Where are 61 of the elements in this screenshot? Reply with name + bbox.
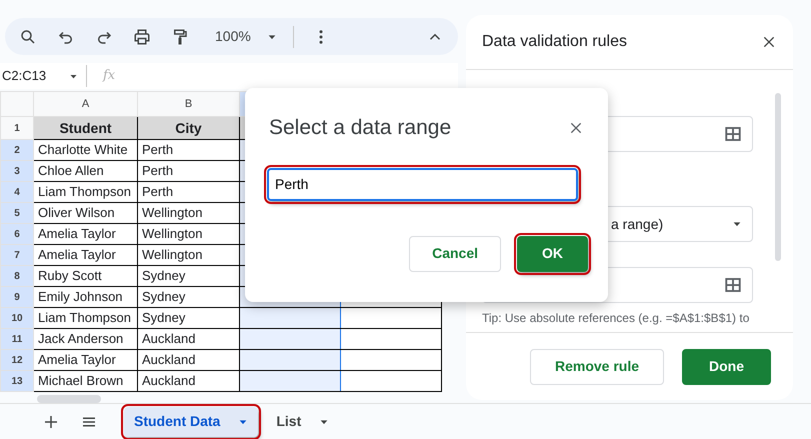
column-header[interactable]: A bbox=[34, 92, 138, 116]
dialog-title: Select a data range bbox=[269, 115, 452, 141]
table-cell: Emily Johnson bbox=[34, 286, 138, 308]
table-cell: Charlotte White bbox=[34, 140, 138, 160]
name-box[interactable]: C2:C13 bbox=[2, 66, 46, 86]
done-button[interactable]: Done bbox=[682, 348, 771, 384]
dropdown-value: a range) bbox=[611, 214, 664, 234]
scrollbar-thumb[interactable] bbox=[775, 93, 781, 261]
table-cell: Wellington bbox=[138, 244, 240, 266]
table-cell: Jack Anderson bbox=[34, 328, 138, 350]
table-cell: Perth bbox=[138, 140, 240, 160]
row-header[interactable]: 4 bbox=[0, 182, 34, 202]
row-header[interactable]: 8 bbox=[0, 266, 34, 286]
table-cell: Oliver Wilson bbox=[34, 202, 138, 224]
paint-roller-icon[interactable] bbox=[171, 28, 189, 46]
table-cell: Auckland bbox=[138, 350, 240, 370]
table-cell: Sydney bbox=[138, 266, 240, 286]
table-cell: Auckland bbox=[138, 370, 240, 392]
row-header[interactable]: 12 bbox=[0, 350, 34, 370]
grid-icon[interactable] bbox=[724, 276, 742, 294]
table-cell: Chloe Allen bbox=[34, 160, 138, 182]
tip-text: Tip: Use absolute references (e.g. =$A$1:$B$1) to bbox=[482, 310, 750, 327]
scrollbar-thumb[interactable] bbox=[37, 395, 101, 403]
cancel-button[interactable]: Cancel bbox=[409, 236, 501, 272]
table-cell: Liam Thompson bbox=[34, 182, 138, 202]
row-header[interactable]: 13 bbox=[0, 370, 34, 392]
table-cell: Ruby Scott bbox=[34, 266, 138, 286]
table-cell: Wellington bbox=[138, 224, 240, 244]
table-cell: Liam Thompson bbox=[34, 308, 138, 328]
table-cell: Wellington bbox=[138, 202, 240, 224]
row-header[interactable]: 6 bbox=[0, 224, 34, 244]
table-cell: Amelia Taylor bbox=[34, 244, 138, 266]
row-header[interactable]: 5 bbox=[0, 202, 34, 224]
remove-rule-button[interactable]: Remove rule bbox=[530, 348, 664, 384]
table-cell: Sydney bbox=[138, 286, 240, 308]
row-header[interactable]: 1 bbox=[0, 116, 34, 140]
sheet-tab[interactable]: Student Data bbox=[124, 406, 258, 436]
table-cell: Sydney bbox=[138, 308, 240, 328]
search-icon[interactable] bbox=[19, 28, 37, 46]
close-icon[interactable] bbox=[761, 34, 777, 50]
table-cell: Auckland bbox=[138, 328, 240, 350]
row-header[interactable]: 2 bbox=[0, 140, 34, 160]
row-header[interactable]: 10 bbox=[0, 308, 34, 328]
row-header[interactable]: 11 bbox=[0, 328, 34, 350]
column-header[interactable]: B bbox=[138, 92, 240, 116]
panel-title: Data validation rules bbox=[482, 32, 627, 52]
formula-label: fx bbox=[103, 67, 116, 86]
header-cell: City bbox=[138, 116, 240, 140]
table-cell: Amelia Taylor bbox=[34, 224, 138, 244]
table-cell: Michael Brown bbox=[34, 370, 138, 392]
sheet-tab[interactable]: List bbox=[266, 406, 340, 436]
row-header[interactable]: 3 bbox=[0, 160, 34, 182]
print-icon[interactable] bbox=[133, 28, 151, 46]
header-cell: Student bbox=[34, 116, 138, 140]
row-header[interactable]: 7 bbox=[0, 244, 34, 266]
table-cell: Perth bbox=[138, 160, 240, 182]
row-header[interactable]: 9 bbox=[0, 286, 34, 308]
table-cell: Perth bbox=[138, 182, 240, 202]
zoom-select[interactable]: 100% bbox=[215, 26, 251, 47]
grid-icon[interactable] bbox=[724, 125, 742, 143]
table-cell: Amelia Taylor bbox=[34, 350, 138, 370]
